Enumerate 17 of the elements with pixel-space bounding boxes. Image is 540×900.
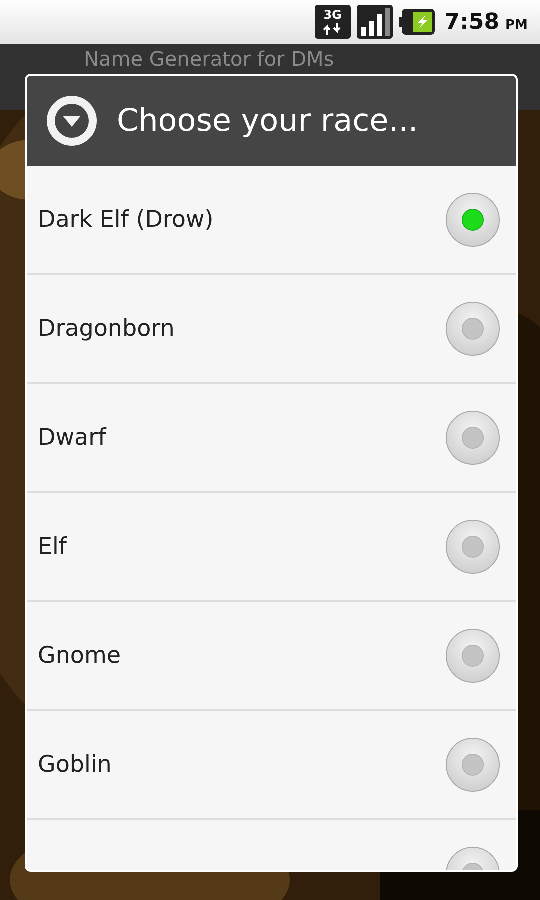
option-label: Dark Elf (Drow) [38, 206, 214, 232]
option-label: Dragonborn [38, 316, 175, 342]
clock-meridiem: PM [506, 18, 528, 32]
network-type: 3G [324, 8, 342, 22]
race-option[interactable]: Dwarf [27, 384, 516, 493]
dialog-title: Choose your race... [117, 103, 418, 139]
app-title: Name Generator for DMs [84, 46, 334, 72]
clock-time: 7:58 [444, 10, 500, 34]
option-label: Gnome [38, 642, 122, 668]
race-option[interactable]: Dark Elf (Drow) [27, 166, 516, 275]
race-option[interactable]: Goblin [27, 711, 516, 820]
race-option[interactable]: Dragonborn [27, 275, 516, 384]
option-label: Dwarf [38, 424, 106, 450]
option-label: Goblin [38, 752, 112, 778]
race-option[interactable]: Elf [27, 493, 516, 602]
option-label: Elf [38, 534, 68, 560]
race-option[interactable]: Gnome [27, 602, 516, 711]
